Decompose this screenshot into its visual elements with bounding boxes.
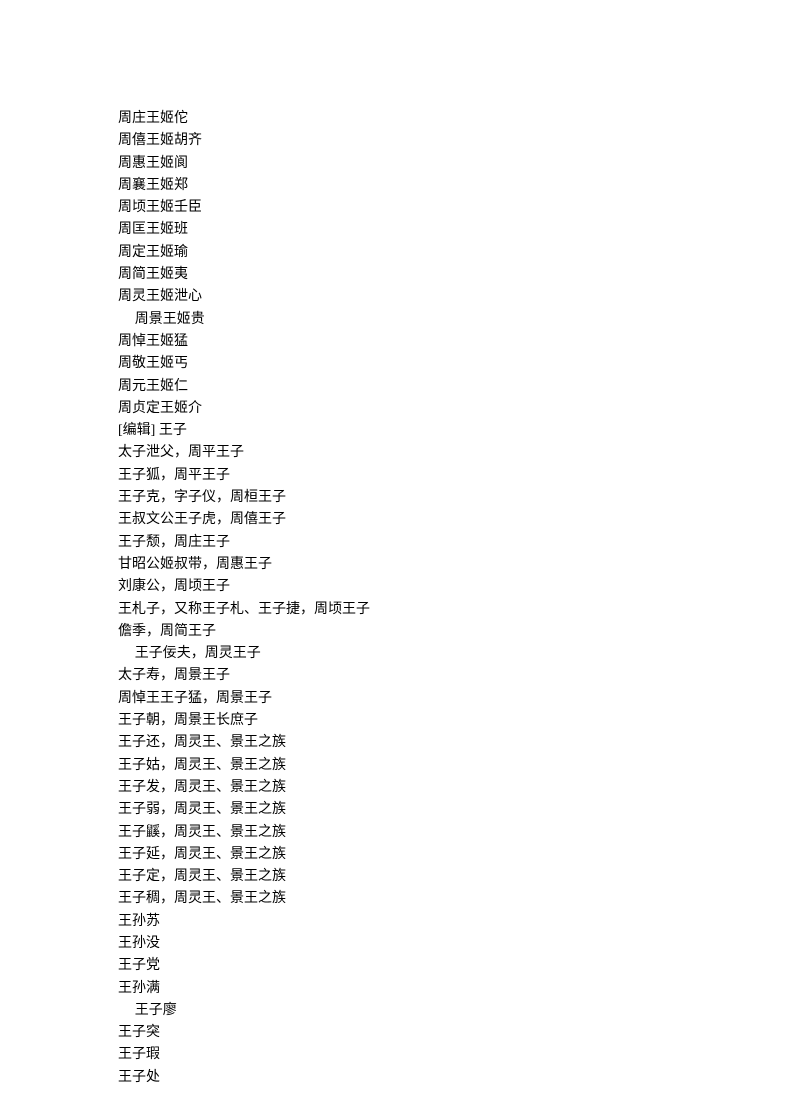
text-line: 王叔文公王子虎，周僖王子: [118, 509, 678, 531]
text-line: 王子狐，周平王子: [118, 465, 678, 487]
text-line: 周元王姬仁: [118, 376, 678, 398]
text-line: 周悼王王子猛，周景王子: [118, 688, 678, 710]
text-line: 周敬王姬丐: [118, 353, 678, 375]
text-line: 王子处: [118, 1067, 678, 1089]
text-line: 周简王姬夷: [118, 264, 678, 286]
text-line: 王子党: [118, 955, 678, 977]
text-line: 周灵王姬泄心: [118, 286, 678, 308]
text-line: 王子廖: [118, 1000, 678, 1022]
text-line: 王孙苏: [118, 911, 678, 933]
text-line: 王子颓，周庄王子: [118, 532, 678, 554]
text-line: 周庄王姬佗: [118, 108, 678, 130]
text-line: 周顷王姬壬臣: [118, 197, 678, 219]
text-line: 周惠王姬阆: [118, 153, 678, 175]
text-line: 王子朝，周景王长庶子: [118, 710, 678, 732]
text-line: 太子泄父，周平王子: [118, 442, 678, 464]
text-line: 王孙满: [118, 978, 678, 1000]
text-line: 王子突: [118, 1022, 678, 1044]
text-line: 甘昭公姬叔带，周惠王子: [118, 554, 678, 576]
text-line: 王札子，又称王子札、王子捷，周顷王子: [118, 599, 678, 621]
text-line: 王子克，字子仪，周桓王子: [118, 487, 678, 509]
text-line: 王子佞夫，周灵王子: [118, 643, 678, 665]
text-line: 王子鼷，周灵王、景王之族: [118, 822, 678, 844]
text-line: 周匡王姬班: [118, 219, 678, 241]
text-line: 王子稠，周灵王、景王之族: [118, 888, 678, 910]
text-line: 周悼王姬猛: [118, 331, 678, 353]
text-line: 周襄王姬郑: [118, 175, 678, 197]
text-line: 刘康公，周顷王子: [118, 576, 678, 598]
text-line: 周贞定王姬介: [118, 398, 678, 420]
text-line: 王子延，周灵王、景王之族: [118, 844, 678, 866]
text-line: 王子姑，周灵王、景王之族: [118, 755, 678, 777]
text-line: 王子弱，周灵王、景王之族: [118, 799, 678, 821]
document-page: 周庄王姬佗周僖王姬胡齐周惠王姬阆周襄王姬郑周顷王姬壬臣周匡王姬班周定王姬瑜周简王…: [0, 0, 678, 1089]
text-line: 王子定，周灵王、景王之族: [118, 866, 678, 888]
text-line: 周景王姬贵: [118, 309, 678, 331]
text-line: [编辑] 王子: [118, 420, 678, 442]
text-line: 王子发，周灵王、景王之族: [118, 777, 678, 799]
text-line: 王子瑕: [118, 1044, 678, 1066]
text-line: 周僖王姬胡齐: [118, 130, 678, 152]
text-line: 太子寿，周景王子: [118, 665, 678, 687]
text-line: 周定王姬瑜: [118, 242, 678, 264]
text-line: 王孙没: [118, 933, 678, 955]
text-line: 王子还，周灵王、景王之族: [118, 732, 678, 754]
text-line: 儋季，周简王子: [118, 621, 678, 643]
